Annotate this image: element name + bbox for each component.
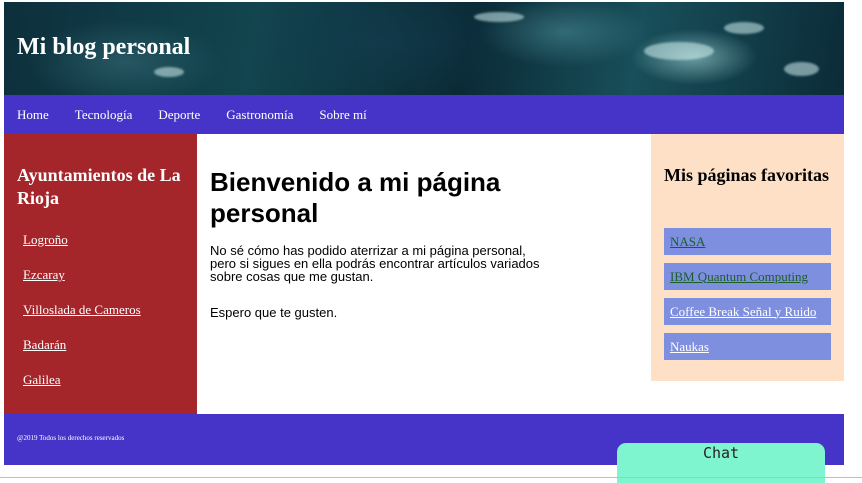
divider <box>0 477 862 478</box>
fav-link-box: NASA <box>664 228 831 255</box>
fav-link-naukas[interactable]: Naukas <box>670 339 709 355</box>
closing-paragraph: Espero que te gusten. <box>210 305 338 320</box>
link-badaran[interactable]: Badarán <box>23 337 66 352</box>
link-logrono[interactable]: Logroño <box>23 232 68 247</box>
main-content: Bienvenido a mi página personal No sé có… <box>197 134 651 414</box>
nav-link-tecnologia[interactable]: Tecnología <box>75 107 133 123</box>
list-item: Badarán <box>23 336 141 371</box>
fav-link-box: Coffee Break Señal y Ruido <box>664 298 831 325</box>
page: Mi blog personal Home Tecnología Deporte… <box>4 2 844 465</box>
left-sidebar-title: Ayuntamientos de La Rioja <box>17 165 181 208</box>
intro-paragraph: No sé cómo has podido aterrizar a mi pág… <box>210 243 540 284</box>
fav-link-coffee-break[interactable]: Coffee Break Señal y Ruido <box>670 304 816 320</box>
main-nav: Home Tecnología Deporte Gastronomía Sobr… <box>4 95 844 134</box>
right-sidebar: Mis páginas favoritas NASA IBM Quantum C… <box>651 134 844 381</box>
nav-link-sobre-mi[interactable]: Sobre mí <box>319 107 366 123</box>
nav-link-gastronomia[interactable]: Gastronomía <box>226 107 293 123</box>
municipality-list: Logroño Ezcaray Villoslada de Cameros Ba… <box>23 231 141 406</box>
site-title: Mi blog personal <box>17 34 191 60</box>
fav-link-nasa[interactable]: NASA <box>670 234 705 250</box>
page-heading: Bienvenido a mi página personal <box>210 167 501 228</box>
fav-link-box: IBM Quantum Computing <box>664 263 831 290</box>
link-ezcaray[interactable]: Ezcaray <box>23 267 65 282</box>
left-sidebar: Ayuntamientos de La Rioja Logroño Ezcara… <box>4 134 197 414</box>
list-item: Villoslada de Cameros <box>23 301 141 336</box>
list-item: Logroño <box>23 231 141 266</box>
copyright-text: @2019 Todos los derechos reservados <box>17 434 125 442</box>
header-banner: Mi blog personal <box>4 2 844 95</box>
fav-link-ibm-quantum[interactable]: IBM Quantum Computing <box>670 269 808 285</box>
list-item: Galilea <box>23 371 141 406</box>
link-galilea[interactable]: Galilea <box>23 372 61 387</box>
right-sidebar-title: Mis páginas favoritas <box>664 165 830 185</box>
nav-link-home[interactable]: Home <box>17 107 49 123</box>
link-villoslada[interactable]: Villoslada de Cameros <box>23 302 141 317</box>
nav-link-deporte[interactable]: Deporte <box>158 107 200 123</box>
fav-link-box: Naukas <box>664 333 831 360</box>
list-item: Ezcaray <box>23 266 141 301</box>
